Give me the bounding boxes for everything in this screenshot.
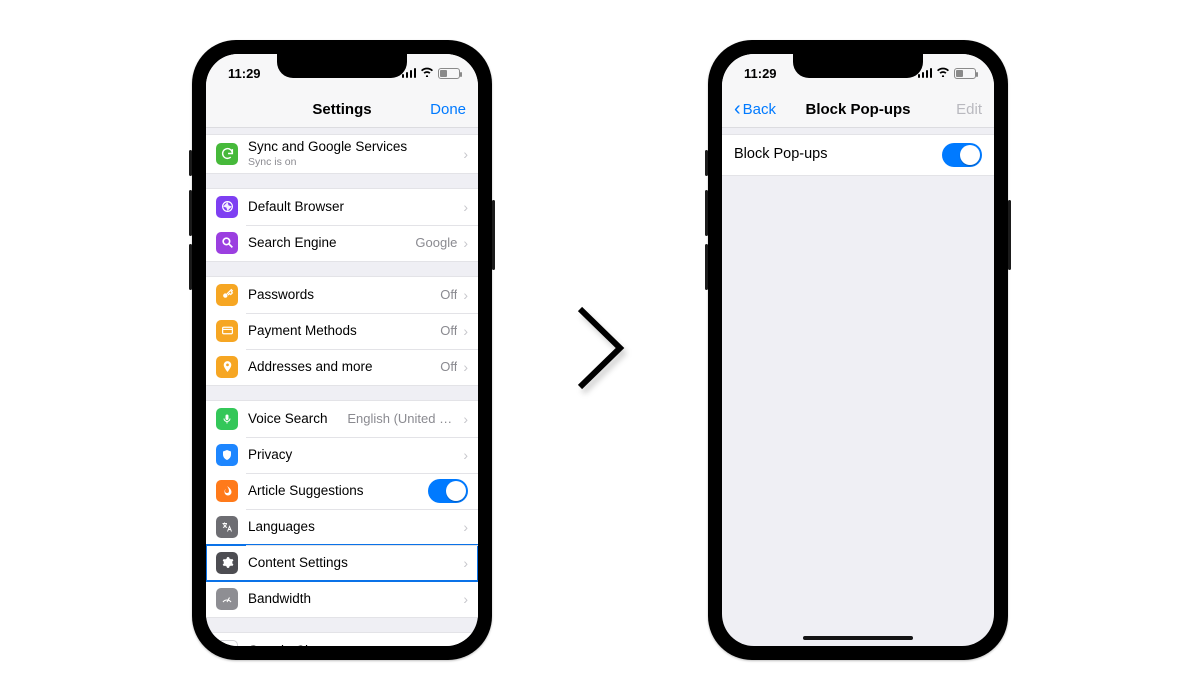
wifi-icon (936, 66, 950, 80)
wifi-icon (420, 66, 434, 80)
chevron-right-icon: › (463, 592, 468, 606)
row-label: Article Suggestions (248, 483, 428, 499)
row-label: Search Engine (248, 235, 409, 251)
card-icon (216, 320, 238, 342)
gauge-icon (216, 588, 238, 610)
battery-icon (438, 68, 460, 79)
gear-icon (216, 552, 238, 574)
arrow-right-icon (572, 303, 628, 398)
row-label: Google Chrome (248, 643, 457, 646)
row-voice-search[interactable]: Voice Search English (United Sta… › (206, 401, 478, 437)
page-title: Block Pop-ups (805, 101, 910, 118)
row-languages[interactable]: Languages › (206, 509, 478, 545)
row-sync[interactable]: Sync and Google Services Sync is on › (206, 135, 478, 173)
battery-icon (954, 68, 976, 79)
row-label: Privacy (248, 447, 457, 463)
row-value: Google (415, 235, 457, 250)
status-time: 11:29 (744, 66, 777, 81)
row-label: Passwords (248, 287, 434, 303)
chevron-right-icon: › (463, 236, 468, 250)
row-value: English (United Sta… (347, 411, 457, 426)
row-content-settings[interactable]: Content Settings › (206, 545, 478, 581)
block-popups-toggle[interactable] (942, 143, 982, 167)
row-passwords[interactable]: Passwords Off › (206, 277, 478, 313)
chevron-right-icon: › (463, 360, 468, 374)
mic-icon (216, 408, 238, 430)
row-block-popups[interactable]: Block Pop-ups (722, 135, 994, 175)
row-subtitle: Sync is on (248, 156, 457, 169)
location-icon (216, 356, 238, 378)
article-suggestions-toggle[interactable] (428, 479, 468, 503)
row-label: Default Browser (248, 199, 457, 215)
chevron-right-icon: › (463, 448, 468, 462)
row-payment-methods[interactable]: Payment Methods Off › (206, 313, 478, 349)
home-indicator[interactable] (803, 636, 913, 640)
done-button[interactable]: Done (418, 92, 478, 127)
back-label: Back (743, 101, 776, 118)
row-default-browser[interactable]: Default Browser › (206, 189, 478, 225)
chevron-right-icon: › (463, 200, 468, 214)
nav-bar: ‹ Back Block Pop-ups Edit (722, 92, 994, 128)
row-label: Languages (248, 519, 457, 535)
row-bandwidth[interactable]: Bandwidth › (206, 581, 478, 617)
row-addresses[interactable]: Addresses and more Off › (206, 349, 478, 385)
row-privacy[interactable]: Privacy › (206, 437, 478, 473)
page-title: Settings (312, 101, 371, 118)
row-label: Sync and Google Services (248, 139, 457, 155)
row-label: Voice Search (248, 411, 341, 427)
row-article-suggestions[interactable]: Article Suggestions (206, 473, 478, 509)
notch (277, 54, 407, 78)
shield-icon (216, 444, 238, 466)
flame-icon (216, 480, 238, 502)
settings-list[interactable]: Sync and Google Services Sync is on › De… (206, 128, 478, 646)
translate-icon (216, 516, 238, 538)
chevron-right-icon: › (463, 412, 468, 426)
phone-left: 11:29 Settings Done Sync and G (192, 40, 492, 660)
row-google-chrome[interactable]: Google Chrome › (206, 633, 478, 646)
row-search-engine[interactable]: Search Engine Google › (206, 225, 478, 261)
row-label: Payment Methods (248, 323, 434, 339)
row-value: Off (440, 359, 457, 374)
row-value: Off (440, 287, 457, 302)
notch (793, 54, 923, 78)
chrome-icon (216, 640, 238, 646)
chevron-left-icon: ‹ (734, 99, 741, 119)
chevron-right-icon: › (463, 644, 468, 646)
row-label: Block Pop-ups (734, 146, 942, 163)
row-value: Off (440, 323, 457, 338)
status-time: 11:29 (228, 66, 261, 81)
edit-button[interactable]: Edit (944, 92, 994, 127)
chevron-right-icon: › (463, 288, 468, 302)
row-label: Addresses and more (248, 359, 434, 375)
chevron-right-icon: › (463, 324, 468, 338)
compass-icon (216, 196, 238, 218)
chevron-right-icon: › (463, 520, 468, 534)
back-button[interactable]: ‹ Back (722, 92, 788, 127)
chevron-right-icon: › (463, 556, 468, 570)
search-icon (216, 232, 238, 254)
chevron-right-icon: › (463, 147, 468, 161)
sync-icon (216, 143, 238, 165)
nav-bar: Settings Done (206, 92, 478, 128)
row-label: Content Settings (248, 555, 457, 571)
key-icon (216, 284, 238, 306)
phone-right: 11:29 ‹ Back Block Pop-ups Edit Block Po… (708, 40, 1008, 660)
popup-settings-list: Block Pop-ups (722, 128, 994, 646)
row-label: Bandwidth (248, 591, 457, 607)
